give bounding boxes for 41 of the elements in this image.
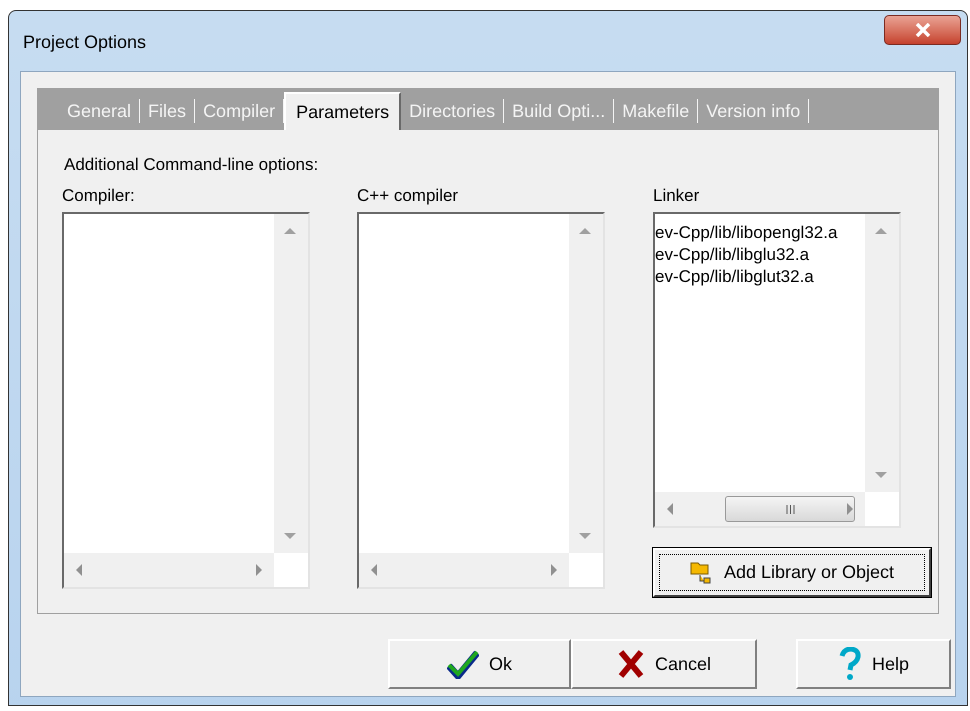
left-arrow-icon (371, 564, 377, 576)
check-icon (446, 649, 479, 679)
list-item[interactable]: ev-Cpp/lib/libopengl32.a (655, 222, 838, 244)
left-arrow-icon (667, 503, 673, 515)
close-icon (914, 23, 930, 37)
left-arrow-icon (76, 564, 82, 576)
down-arrow-icon (579, 533, 591, 539)
grip-icon (786, 504, 794, 514)
close-button[interactable] (884, 15, 961, 45)
scroll-thumb[interactable] (725, 496, 855, 522)
list-box[interactable] (357, 212, 605, 589)
list-item[interactable]: ev-Cpp/lib/libglut32.a (655, 266, 838, 288)
list-label: C++ compiler (357, 186, 460, 207)
right-arrow-icon (847, 503, 853, 515)
list-box[interactable]: ev-Cpp/lib/libopengl32.a ev-Cpp/lib/libglu32.a ev-Cpp/lib/libglut32.a (653, 212, 901, 528)
down-arrow-icon (284, 533, 296, 539)
vertical-scrollbar[interactable] (274, 214, 308, 553)
list-item[interactable]: ev-Cpp/lib/libglu32.a (655, 244, 838, 266)
x-icon (616, 649, 645, 679)
vertical-scrollbar[interactable] (569, 214, 603, 553)
add-library-button[interactable]: Add Library or Object (653, 548, 931, 597)
window-title: Project Options (23, 31, 146, 54)
help-button[interactable]: Help (796, 639, 951, 689)
ok-button[interactable]: Ok (388, 639, 571, 689)
question-mark-icon (838, 647, 862, 681)
up-arrow-icon (284, 228, 296, 234)
section-label: Additional Command-line options: (64, 154, 318, 176)
down-arrow-icon (875, 472, 887, 478)
horizontal-scrollbar[interactable] (359, 553, 569, 587)
right-arrow-icon (551, 564, 557, 576)
list-box[interactable] (62, 212, 310, 589)
tab[interactable]: Parameters (284, 92, 402, 130)
up-arrow-icon (579, 228, 591, 234)
cancel-button[interactable]: Cancel (571, 639, 757, 689)
vertical-scrollbar[interactable] (865, 214, 899, 492)
right-arrow-icon (256, 564, 262, 576)
list-label: Linker (653, 186, 700, 207)
horizontal-scrollbar[interactable] (64, 553, 274, 587)
horizontal-scrollbar[interactable] (655, 492, 865, 526)
up-arrow-icon (875, 228, 887, 234)
list-label: Compiler: (62, 186, 136, 207)
